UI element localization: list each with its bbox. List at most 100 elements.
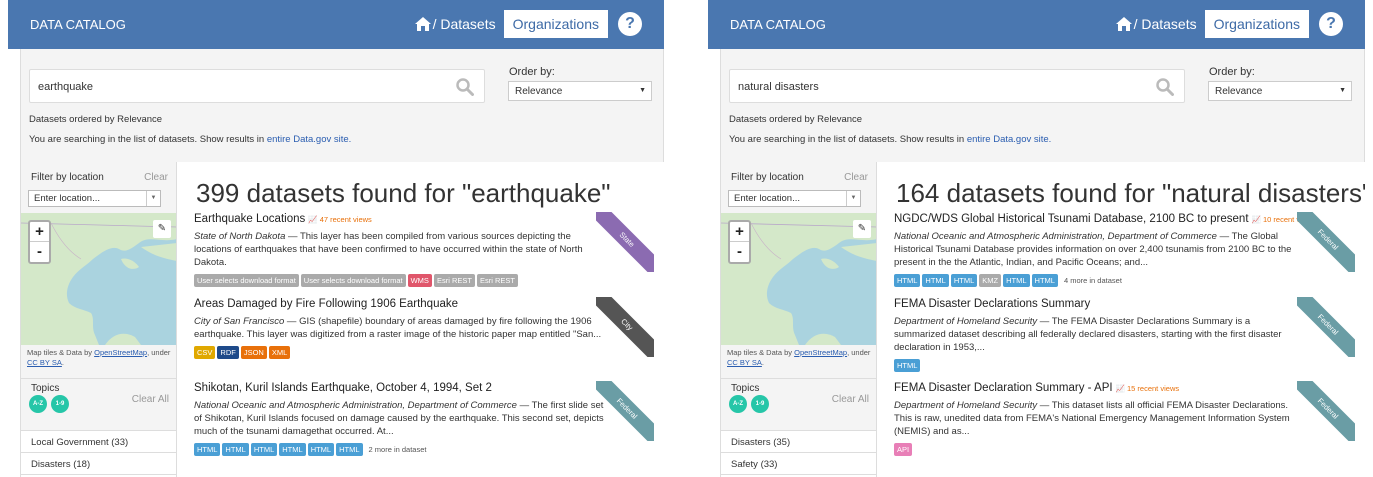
pencil-icon[interactable]: ✎ [153, 220, 171, 238]
search-input[interactable]: natural disasters [729, 69, 1185, 103]
chevron-down-icon[interactable]: ▼ [846, 191, 860, 206]
recent-views: 📈 15 recent views [1115, 384, 1180, 393]
search-input[interactable]: earthquake [29, 69, 485, 103]
top-navbar: DATA CATALOG / Datasets Organizations ? [8, 0, 664, 49]
datasets-link[interactable]: / Datasets [1115, 16, 1197, 32]
attribution-text: Map tiles & Data by [27, 348, 95, 357]
sort-az-button[interactable]: A-Z [29, 395, 47, 413]
format-badge[interactable]: WMS [407, 274, 432, 287]
brand-link[interactable]: DATA CATALOG [30, 17, 126, 32]
dataset-title-link[interactable]: Areas Damaged by Fire Following 1906 Ear… [194, 298, 458, 310]
topic-item[interactable]: Disasters (18) [21, 452, 177, 474]
openstreetmap-link[interactable]: OpenStreetMap [794, 348, 847, 357]
org-type-ribbon: Federal [1297, 381, 1355, 441]
dataset-item: Earthquake Locations 📈 47 recent views St… [194, 213, 604, 287]
location-map[interactable]: + - ✎ [21, 213, 177, 345]
format-badge[interactable]: HTML [307, 443, 335, 456]
order-by-select[interactable]: Relevance ▼ [508, 81, 652, 101]
clear-all-topics-button[interactable]: Clear All [132, 394, 169, 405]
dataset-title-row: NGDC/WDS Global Historical Tsunami Datab… [894, 213, 1315, 225]
dataset-title-link[interactable]: NGDC/WDS Global Historical Tsunami Datab… [894, 213, 1249, 225]
dataset-publisher: National Oceanic and Atmospheric Adminis… [894, 231, 1217, 242]
format-badge[interactable]: JSON [240, 346, 267, 359]
dataset-title-row: Shikotan, Kuril Islands Earthquake, Octo… [194, 382, 604, 394]
org-type-label: Federal [1297, 381, 1355, 441]
format-badge[interactable]: Esri REST [476, 274, 518, 287]
dataset-title-link[interactable]: Earthquake Locations [194, 213, 305, 225]
format-badge[interactable]: RDF [217, 346, 239, 359]
zoom-out-button[interactable]: - [730, 242, 749, 262]
format-badge[interactable]: Esri REST [433, 274, 475, 287]
dataset-description: Department of Homeland Security — The FE… [894, 315, 1304, 354]
entire-site-link[interactable]: entire Data.gov site. [267, 134, 352, 145]
location-input[interactable]: Enter location... ▼ [28, 190, 161, 207]
map-attribution: Map tiles & Data by OpenStreetMap, under… [727, 348, 872, 368]
search-icon[interactable] [456, 78, 474, 96]
dataset-description: National Oceanic and Atmospheric Adminis… [194, 399, 604, 438]
dataset-title-link[interactable]: Shikotan, Kuril Islands Earthquake, Octo… [194, 382, 492, 394]
help-icon[interactable]: ? [618, 12, 642, 36]
clear-all-topics-button[interactable]: Clear All [832, 394, 869, 405]
location-map[interactable]: + - ✎ [721, 213, 877, 345]
dataset-title-link[interactable]: FEMA Disaster Declarations Summary [894, 298, 1090, 310]
format-badge[interactable]: User selects download format [300, 274, 406, 287]
format-badge[interactable]: HTML [894, 359, 921, 372]
clear-location-button[interactable]: Clear [844, 172, 868, 183]
search-icon[interactable] [1156, 78, 1174, 96]
chevron-down-icon[interactable]: ▼ [146, 191, 160, 206]
cc-by-sa-link[interactable]: CC BY SA [27, 358, 62, 367]
format-badge[interactable]: XML [268, 346, 291, 359]
zoom-control: + - [728, 220, 751, 264]
organizations-button[interactable]: Organizations [503, 10, 608, 38]
format-badge[interactable]: HTML [336, 443, 363, 456]
zoom-in-button[interactable]: + [730, 222, 749, 242]
format-badge[interactable]: HTML [1031, 274, 1058, 287]
catalog-panel: DATA CATALOG / Datasets Organizations ? … [708, 0, 1365, 477]
organizations-button[interactable]: Organizations [1204, 10, 1309, 38]
format-badge[interactable]: CSV [194, 346, 216, 359]
sort-19-button[interactable]: 1-9 [751, 395, 769, 413]
openstreetmap-link[interactable]: OpenStreetMap [94, 348, 147, 357]
topic-item[interactable]: Local Government (33) [21, 430, 177, 452]
topic-item[interactable]: Disasters (35) [721, 430, 877, 452]
help-icon[interactable]: ? [1319, 12, 1343, 36]
attribution-text: , under [147, 348, 171, 357]
dataset-description: State of North Dakota — This layer has b… [194, 230, 604, 269]
format-badge[interactable]: HTML [922, 274, 949, 287]
sort-az-button[interactable]: A-Z [729, 395, 747, 413]
brand-link[interactable]: DATA CATALOG [730, 17, 826, 32]
dataset-item: NGDC/WDS Global Historical Tsunami Datab… [894, 213, 1315, 287]
zoom-in-button[interactable]: + [30, 222, 49, 242]
order-by-select[interactable]: Relevance ▼ [1208, 81, 1352, 101]
filter-title: Filter by location [731, 172, 804, 183]
format-badge[interactable]: HTML [279, 443, 306, 456]
format-badge[interactable]: HTML [1003, 274, 1030, 287]
topics-title: Topics [31, 383, 60, 394]
entire-site-link[interactable]: entire Data.gov site. [967, 134, 1052, 145]
attribution-text: Map tiles & Data by [727, 348, 795, 357]
results-list: 399 datasets found for "earthquake" Eart… [176, 162, 664, 477]
format-badge[interactable]: KMZ [979, 274, 1002, 287]
pencil-icon[interactable]: ✎ [853, 220, 871, 238]
dataset-title-row: Areas Damaged by Fire Following 1906 Ear… [194, 298, 604, 310]
format-badge[interactable]: HTML [250, 443, 278, 456]
zoom-out-button[interactable]: - [30, 242, 49, 262]
topic-item[interactable]: Safety (33) [721, 452, 877, 474]
format-badge[interactable]: API [894, 443, 913, 456]
format-badge[interactable]: HTML [950, 274, 978, 287]
sort-19-button[interactable]: 1-9 [51, 395, 69, 413]
datasets-link[interactable]: / Datasets [414, 16, 496, 32]
format-badge[interactable]: HTML [194, 443, 221, 456]
dataset-publisher: Department of Homeland Security [894, 316, 1038, 327]
dataset-title-link[interactable]: FEMA Disaster Declaration Summary - API [894, 382, 1113, 394]
nav-links: / Datasets Organizations ? [1115, 10, 1343, 38]
org-type-label: Federal [1297, 297, 1355, 357]
format-badge[interactable]: HTML [894, 274, 921, 287]
location-input[interactable]: Enter location... ▼ [728, 190, 861, 207]
format-badge[interactable]: HTML [222, 443, 249, 456]
recent-views-text: 15 recent views [1127, 384, 1180, 393]
home-icon [1115, 17, 1132, 31]
clear-location-button[interactable]: Clear [144, 172, 168, 183]
format-badge[interactable]: User selects download format [194, 274, 299, 287]
cc-by-sa-link[interactable]: CC BY SA [727, 358, 762, 367]
